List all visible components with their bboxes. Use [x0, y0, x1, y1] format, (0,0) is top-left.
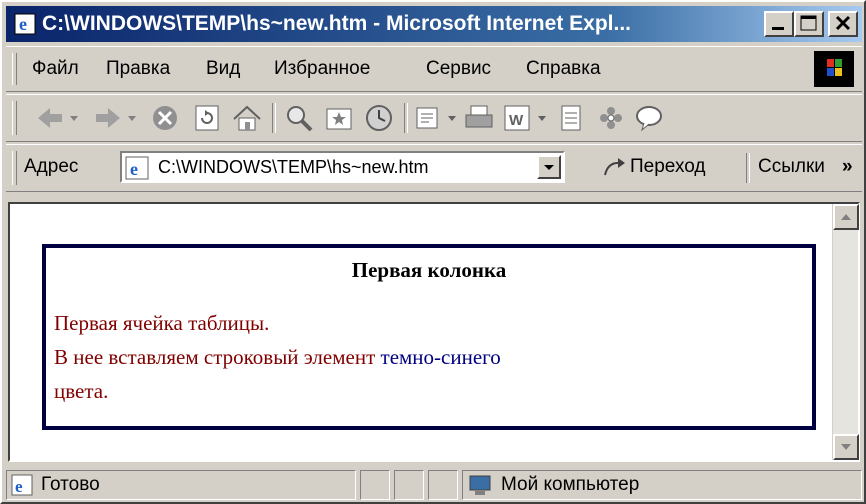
status-pane: [394, 470, 424, 500]
windows-logo-icon: [814, 51, 854, 87]
scroll-down-button[interactable]: [833, 434, 859, 460]
toolbar-grip[interactable]: [12, 101, 17, 135]
close-icon: [835, 15, 851, 31]
cell-line-2: В нее вставляем строковый элемент темно-…: [54, 340, 804, 374]
page-icon: e: [125, 156, 149, 180]
forward-dropdown-icon[interactable]: [126, 101, 140, 135]
chevron-down-icon: [544, 165, 554, 170]
status-pane: [360, 470, 390, 500]
menu-view[interactable]: Вид: [206, 47, 240, 91]
menu-edit[interactable]: Правка: [106, 47, 170, 91]
history-icon[interactable]: [362, 101, 396, 135]
vertical-scrollbar[interactable]: [832, 204, 859, 460]
scroll-up-button[interactable]: [833, 204, 859, 230]
svg-text:W: W: [509, 112, 524, 129]
minimize-button[interactable]: [764, 11, 794, 37]
menu-favorites[interactable]: Избранное: [274, 47, 370, 91]
zone-text: Мой компьютер: [501, 474, 640, 495]
title-bar: e C:\WINDOWS\TEMP\hs~new.htm - Microsoft…: [6, 6, 862, 42]
mail-icon[interactable]: [412, 101, 446, 135]
address-bar: Адрес e C:\WINDOWS\TEMP\hs~new.htm Перех…: [6, 144, 862, 192]
print-icon[interactable]: [462, 101, 496, 135]
minimize-icon: [772, 27, 784, 30]
svg-text:e: e: [15, 477, 23, 496]
arrow-up-icon: [841, 214, 851, 220]
address-label: Адрес: [24, 156, 79, 177]
cell-line-3: цвета.: [54, 379, 109, 403]
menu-tools[interactable]: Сервис: [426, 47, 491, 91]
cell-text-red: В нее вставляем строковый элемент: [54, 345, 381, 369]
computer-icon: [469, 475, 491, 495]
maximize-icon: [800, 15, 817, 31]
toolbar-separator: [404, 103, 408, 133]
svg-text:e: e: [19, 14, 27, 34]
notepad-icon[interactable]: [554, 101, 588, 135]
window-title: C:\WINDOWS\TEMP\hs~new.htm - Microsoft I…: [42, 12, 631, 35]
status-pane-zone: Мой компьютер: [462, 470, 862, 500]
close-button[interactable]: [828, 11, 858, 37]
home-icon[interactable]: [230, 101, 264, 135]
back-icon[interactable]: [32, 101, 68, 135]
maximize-button[interactable]: [794, 11, 824, 37]
menu-help[interactable]: Справка: [526, 47, 601, 91]
html-table: Первая колонка Первая ячейка таблицы. В …: [42, 244, 816, 430]
menu-bar-grip[interactable]: [12, 53, 17, 85]
status-text: Готово: [41, 474, 100, 495]
address-dropdown-button[interactable]: [537, 155, 561, 179]
table-header: Первая колонка: [351, 258, 507, 282]
content-area: Первая колонка Первая ячейка таблицы. В …: [8, 202, 860, 462]
toolbar-separator: [272, 103, 276, 133]
navy-span: темно-синего: [380, 345, 501, 369]
menu-file[interactable]: Файл: [32, 47, 79, 91]
links-label[interactable]: Ссылки: [758, 145, 825, 189]
standard-toolbar: W: [6, 94, 862, 142]
address-separator: [746, 153, 750, 183]
menu-bar: Файл Правка Вид Избранное Сервис Справка: [6, 46, 862, 92]
status-bar: e Готово Мой компьютер: [6, 466, 862, 502]
svg-text:e: e: [130, 159, 138, 179]
go-arrow-icon[interactable]: [600, 153, 630, 187]
go-button[interactable]: Переход: [630, 145, 705, 189]
messenger-icon[interactable]: [594, 101, 628, 135]
mail-dropdown-icon[interactable]: [446, 101, 460, 135]
back-dropdown-icon[interactable]: [68, 101, 82, 135]
favorites-icon[interactable]: [322, 101, 356, 135]
browser-window: e C:\WINDOWS\TEMP\hs~new.htm - Microsoft…: [0, 0, 866, 504]
edit-dropdown-icon[interactable]: [536, 101, 550, 135]
table-cell: Первая ячейка таблицы. В нее вставляем с…: [54, 306, 804, 408]
forward-icon[interactable]: [90, 101, 126, 135]
address-grip[interactable]: [12, 151, 17, 185]
discuss-icon[interactable]: [632, 101, 666, 135]
page-icon: e: [11, 474, 33, 496]
links-more[interactable]: »: [842, 145, 853, 189]
refresh-icon[interactable]: [190, 101, 224, 135]
address-url[interactable]: C:\WINDOWS\TEMP\hs~new.htm: [158, 153, 429, 181]
stop-icon[interactable]: [148, 101, 182, 135]
word-icon[interactable]: W: [500, 101, 534, 135]
status-pane-main: e Готово: [6, 470, 356, 500]
cell-line-1: Первая ячейка таблицы.: [54, 311, 270, 335]
address-field[interactable]: e C:\WINDOWS\TEMP\hs~new.htm: [120, 151, 565, 183]
ie-logo-icon: e: [14, 13, 36, 35]
search-icon[interactable]: [282, 101, 316, 135]
arrow-down-icon: [841, 444, 851, 450]
status-pane: [428, 470, 458, 500]
